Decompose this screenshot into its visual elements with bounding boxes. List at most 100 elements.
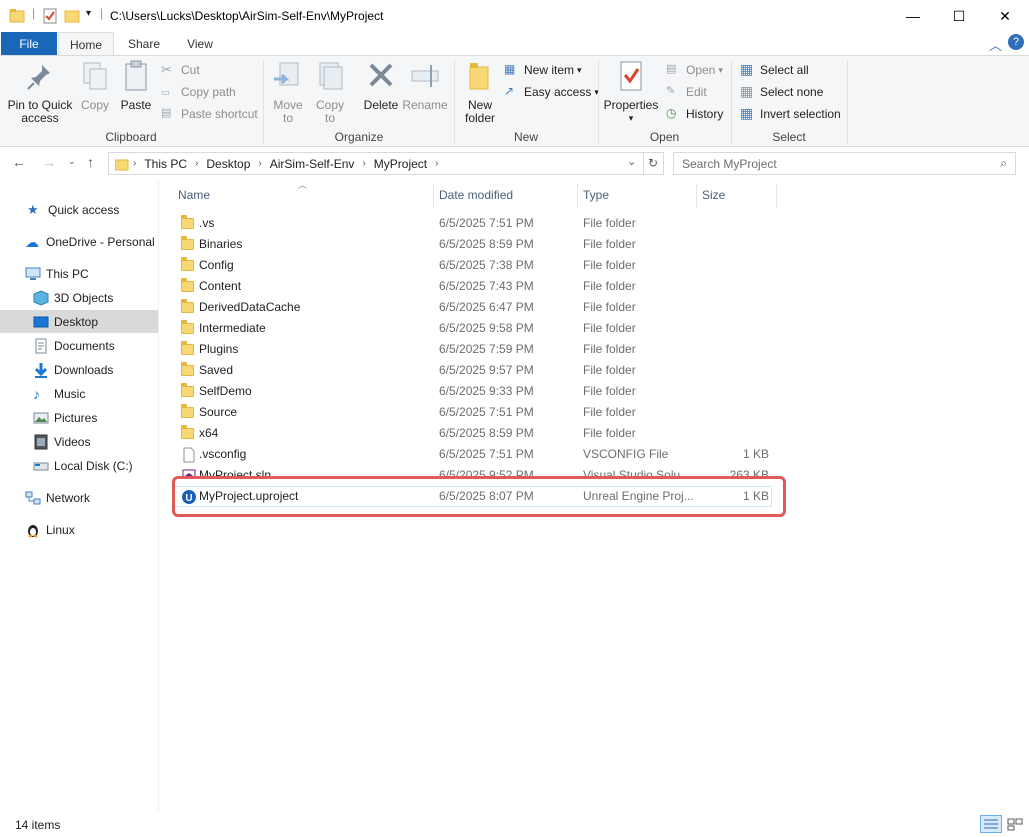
list-item[interactable]: x64 6/5/2025 8:59 PM File folder: [173, 423, 772, 444]
sidebar-item-this-pc[interactable]: This PC: [0, 262, 158, 285]
sidebar-item-documents[interactable]: Documents: [0, 334, 158, 357]
select-none-button[interactable]: ▦ Select none: [740, 82, 823, 102]
file-date: 6/5/2025 9:58 PM: [439, 321, 534, 335]
help-icon[interactable]: ?: [1008, 34, 1024, 50]
dropdown-arrow-icon: ▾: [628, 113, 634, 123]
breadcrumb-myproject[interactable]: MyProject: [374, 157, 427, 171]
search-box[interactable]: ⌕: [673, 152, 1016, 175]
sidebar-item-label: Local Disk (C:): [54, 458, 133, 473]
sidebar-item-downloads[interactable]: Downloads: [0, 358, 158, 381]
paste-label: Paste: [120, 98, 152, 112]
sidebar-item-quick-access[interactable]: ★ Quick access: [0, 198, 158, 221]
forward-arrow-icon[interactable]: →: [42, 154, 56, 170]
paste-shortcut-button[interactable]: ▤ Paste shortcut: [161, 104, 258, 124]
column-header-size[interactable]: Size: [696, 180, 776, 210]
search-input[interactable]: [682, 153, 992, 174]
maximize-button[interactable]: ☐: [936, 0, 982, 32]
refresh-icon[interactable]: ↻: [648, 156, 658, 170]
invert-selection-button[interactable]: ▦ Invert selection: [740, 104, 841, 124]
tab-share[interactable]: Share: [117, 32, 171, 56]
details-view-button[interactable]: [980, 815, 1002, 833]
customize-quick-access-icon[interactable]: ▾: [86, 8, 91, 19]
tab-view[interactable]: View: [174, 32, 226, 56]
invert-selection-label: Invert selection: [760, 107, 841, 121]
list-item[interactable]: .vs 6/5/2025 7:51 PM File folder: [173, 213, 772, 234]
sidebar-item-onedrive[interactable]: ☁ OneDrive - Personal: [0, 230, 158, 253]
sidebar-item-label: Downloads: [54, 362, 114, 377]
chevron-up-icon[interactable]: ︿: [989, 35, 1002, 54]
sidebar-item-music[interactable]: ♪ Music: [0, 382, 158, 405]
new-folder-button[interactable]: New folder: [460, 59, 500, 125]
sidebar-item-videos[interactable]: Videos: [0, 430, 158, 453]
properties-check-icon[interactable]: [42, 8, 58, 24]
tab-file[interactable]: File: [1, 32, 57, 55]
search-icon[interactable]: ⌕: [1000, 156, 1007, 171]
minimize-button[interactable]: —: [890, 0, 936, 32]
new-item-label: New item: [524, 63, 575, 77]
new-item-button[interactable]: ▦ New item ▾: [504, 60, 582, 80]
recent-locations-icon[interactable]: ⌄: [68, 156, 76, 167]
sidebar-item-desktop[interactable]: Desktop: [0, 310, 158, 333]
file-type: File folder: [583, 342, 636, 356]
copy-path-button[interactable]: ▭ Copy path: [161, 82, 236, 102]
titlebar-separator: |: [100, 6, 104, 20]
tab-home[interactable]: Home: [58, 32, 114, 56]
folder-icon: [181, 236, 197, 253]
open-button[interactable]: ▤ Open ▾: [666, 60, 723, 80]
list-item[interactable]: Intermediate 6/5/2025 9:58 PM File folde…: [173, 318, 772, 339]
address-bar[interactable]: › This PC › Desktop › AirSim-Self-Env › …: [108, 152, 664, 175]
address-dropdown-icon[interactable]: ⌄: [627, 155, 636, 168]
column-divider[interactable]: [776, 184, 777, 208]
select-all-button[interactable]: ▦ Select all: [740, 60, 809, 80]
cut-button[interactable]: ✂ Cut: [161, 60, 200, 80]
list-item[interactable]: .vsconfig 6/5/2025 7:51 PM VSCONFIG File…: [173, 444, 772, 465]
column-header-type[interactable]: Type: [577, 180, 696, 210]
ribbon: Pin to Quick access Copy Paste ✂ Cut ▭ C…: [0, 55, 1029, 147]
list-item[interactable]: Plugins 6/5/2025 7:59 PM File folder: [173, 339, 772, 360]
cut-label: Cut: [181, 63, 200, 77]
breadcrumb-this-pc[interactable]: This PC: [144, 157, 187, 171]
sidebar-item-label: Pictures: [54, 410, 98, 425]
copy-button[interactable]: Copy: [78, 59, 112, 112]
properties-button[interactable]: Properties ▾: [603, 59, 659, 125]
list-item[interactable]: SelfDemo 6/5/2025 9:33 PM File folder: [173, 381, 772, 402]
close-button[interactable]: ✕: [982, 0, 1028, 32]
file-date: 6/5/2025 9:57 PM: [439, 363, 534, 377]
move-to-button[interactable]: Move to: [270, 59, 306, 125]
list-item[interactable]: DerivedDataCache 6/5/2025 6:47 PM File f…: [173, 297, 772, 318]
sidebar-item-linux[interactable]: Linux: [0, 518, 158, 541]
breadcrumb-desktop[interactable]: Desktop: [206, 157, 250, 171]
sidebar-item-3d-objects[interactable]: 3D Objects: [0, 286, 158, 309]
list-item[interactable]: Saved 6/5/2025 9:57 PM File folder: [173, 360, 772, 381]
delete-x-icon: [369, 63, 393, 87]
delete-button[interactable]: Delete: [361, 59, 401, 112]
copy-to-button[interactable]: Copy to: [312, 59, 348, 125]
edit-button[interactable]: ✎ Edit: [666, 82, 707, 102]
up-arrow-icon[interactable]: ↑: [87, 154, 94, 170]
breadcrumb-separator-icon: ›: [258, 158, 262, 169]
large-icons-view-button[interactable]: [1004, 815, 1026, 833]
breadcrumb-airsim[interactable]: AirSim-Self-Env: [270, 157, 355, 171]
sidebar-item-network[interactable]: Network: [0, 486, 158, 509]
paste-button[interactable]: Paste: [118, 59, 154, 112]
file-type: File folder: [583, 237, 636, 251]
list-item[interactable]: Binaries 6/5/2025 8:59 PM File folder: [173, 234, 772, 255]
pin-quick-access-button[interactable]: Pin to Quick access: [4, 59, 76, 125]
list-item[interactable]: Content 6/5/2025 7:43 PM File folder: [173, 276, 772, 297]
rename-button[interactable]: Rename: [402, 59, 448, 112]
sidebar-item-local-disk[interactable]: Local Disk (C:): [0, 454, 158, 477]
open-icon: ▤: [666, 63, 677, 75]
file-name: Binaries: [199, 237, 243, 251]
address-divider: [643, 153, 644, 174]
column-header-name[interactable]: Name: [172, 180, 434, 210]
easy-access-button[interactable]: ↗ Easy access ▾: [504, 82, 599, 102]
list-item[interactable]: Source 6/5/2025 7:51 PM File folder: [173, 402, 772, 423]
back-arrow-icon[interactable]: ←: [12, 154, 26, 170]
new-folder-icon[interactable]: [64, 8, 80, 24]
history-button[interactable]: ◷ History: [666, 104, 723, 124]
column-header-date[interactable]: Date modified: [433, 180, 577, 210]
list-item[interactable]: Config 6/5/2025 7:38 PM File folder: [173, 255, 772, 276]
file-type: File folder: [583, 384, 636, 398]
sidebar-item-label: Videos: [54, 434, 91, 449]
sidebar-item-pictures[interactable]: Pictures: [0, 406, 158, 429]
